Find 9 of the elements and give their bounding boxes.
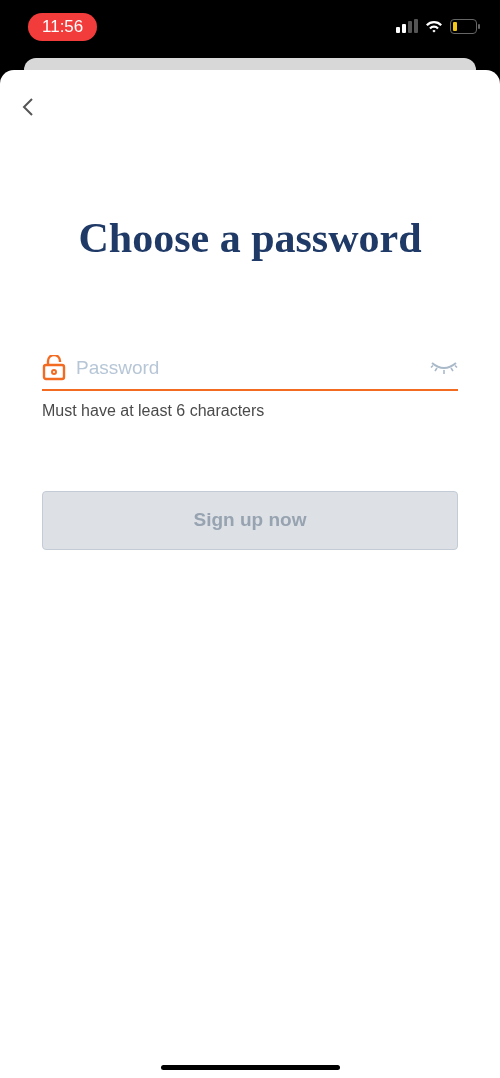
password-field[interactable]: Password [76,354,420,383]
lock-icon [42,355,66,382]
status-time: 11:56 [28,13,98,41]
signal-icon [396,19,418,33]
password-hint: Must have at least 6 characters [42,400,266,421]
back-icon [22,97,34,117]
battery-icon [450,18,480,34]
page-title: Choose a password [77,214,423,262]
wifi-icon [425,19,443,33]
